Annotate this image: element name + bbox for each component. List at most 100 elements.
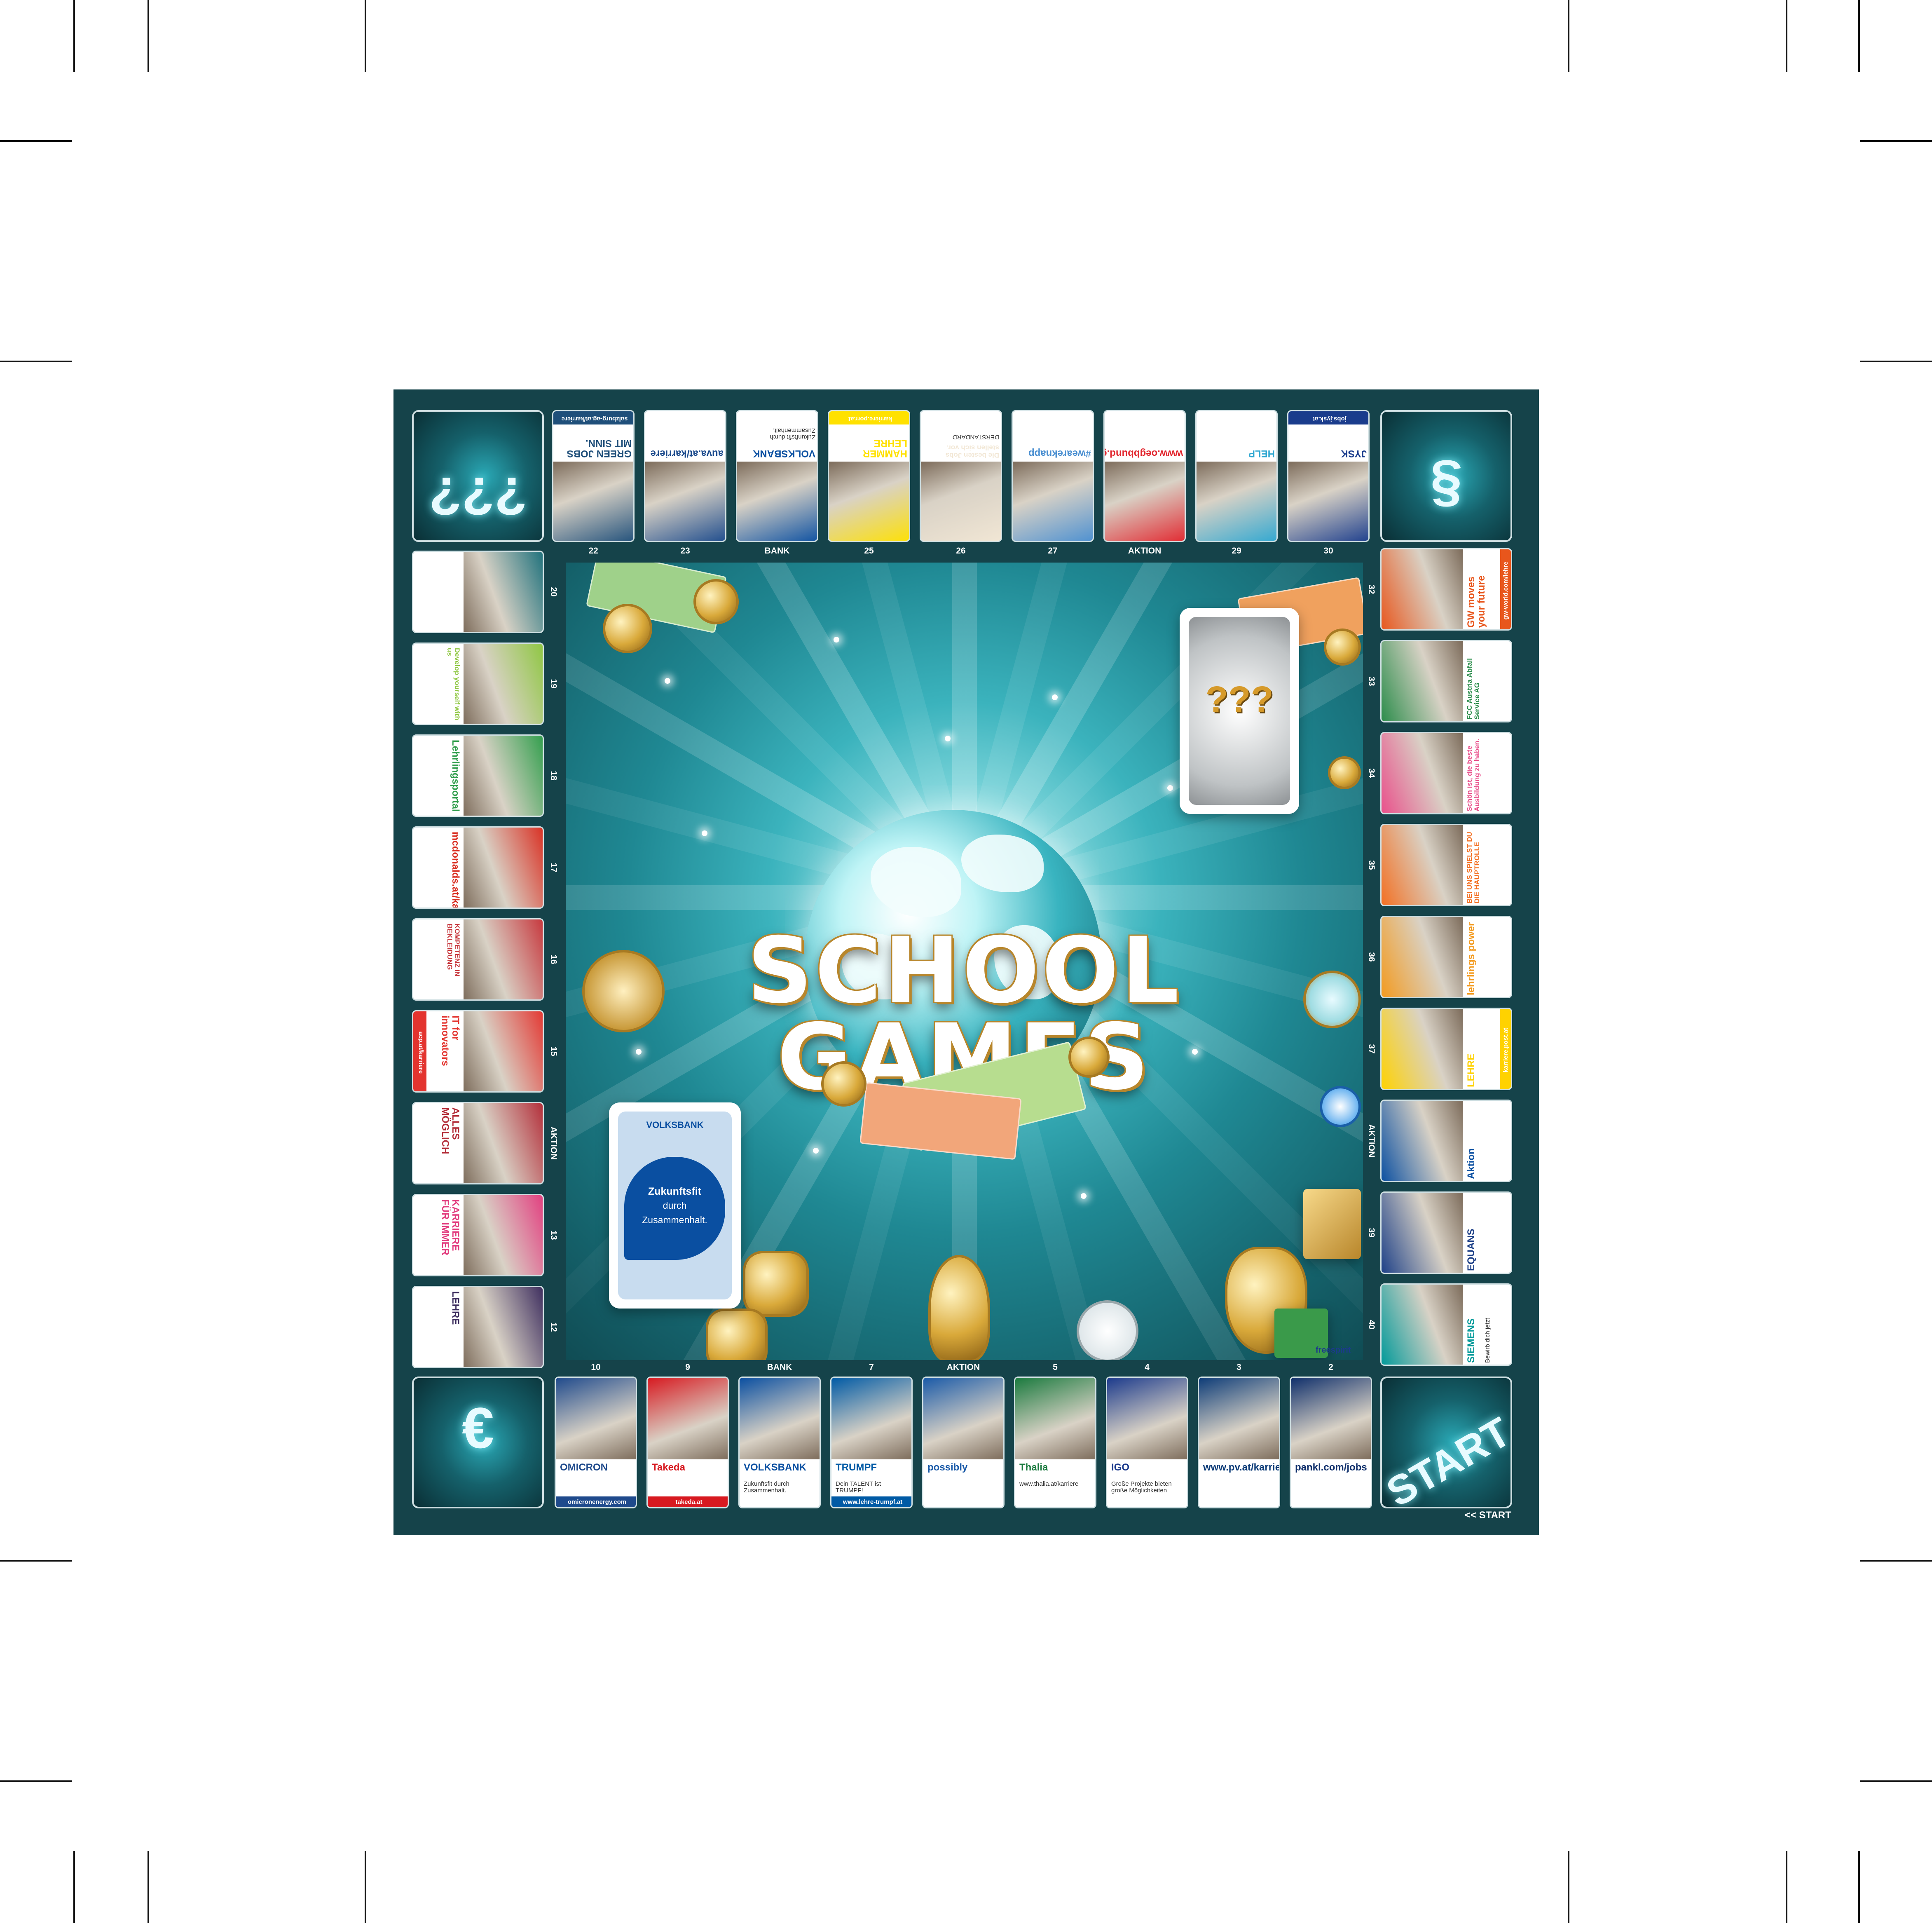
space-bottom_row-pv[interactable]: www.pv.at/karriere: [1198, 1377, 1280, 1508]
continent: [871, 847, 961, 917]
space-top_row-volksbank[interactable]: VOLKSBANK Zukunftsfit durch Zusammenhalt.: [736, 410, 818, 542]
space-bottom_row-takeda[interactable]: Takeda takeda.at: [646, 1377, 729, 1508]
space-url: karriere.porr.at: [829, 411, 909, 424]
space-bottom_row-pankl[interactable]: pankl.com/jobs: [1290, 1377, 1372, 1508]
space-right_column-gw[interactable]: GW moves your future gw-world.com/lehre: [1380, 548, 1512, 631]
space-content: LEHRE: [413, 1287, 543, 1367]
space-bottom_row-possibly[interactable]: possibly: [922, 1377, 1005, 1508]
space-title: FCC Austria Abfall Service AG: [1466, 658, 1481, 720]
space-url: acp.at/karriere: [413, 1011, 426, 1091]
coin-icon: [1068, 1037, 1110, 1078]
space-content: auva.at/karriere: [645, 411, 725, 541]
question-card-deck[interactable]: ???: [1180, 608, 1299, 814]
space-title: Die besten Jobs stellen sich vor.: [945, 444, 999, 459]
bank-card-deck[interactable]: VOLKSBANK Zukunftsfit durch Zusammenhalt…: [609, 1102, 741, 1309]
corner-question[interactable]: ???: [412, 410, 544, 542]
space-top_row-hilfswerk[interactable]: HELP: [1195, 410, 1278, 542]
space-title: lehrlings power: [1466, 922, 1477, 995]
space-bottom_row-omicron[interactable]: OMICRON omicronenergy.com: [555, 1377, 637, 1508]
space-left_column-obb-lehre[interactable]: LEHRE: [412, 1286, 544, 1368]
space-title: mcdonalds.at/karriere: [450, 832, 461, 909]
rocket-icon: [928, 1255, 990, 1360]
paragraph-icon: §: [1430, 454, 1462, 519]
gold-bar-icon: [1303, 1189, 1361, 1259]
space-right_column-aktion[interactable]: Aktion: [1380, 1100, 1512, 1182]
space-number: 36: [1367, 952, 1376, 962]
microscope-icon: [582, 950, 665, 1032]
space-number: AKTION: [1128, 546, 1162, 556]
space-photo: [1013, 462, 1093, 541]
space-number: 13: [549, 1230, 558, 1240]
space-right_column-rolle[interactable]: BEI UNS SPIELST DU DIE HAUPTROLLE: [1380, 824, 1512, 906]
crop-mark: [1568, 1851, 1569, 1923]
space-left_column-acp[interactable]: IT for innovators acp.at/karriere: [412, 1010, 544, 1093]
space-content: VOLKSBANK Zukunftsfit durch Zusammenhalt.: [740, 1378, 820, 1507]
space-photo: [921, 462, 1001, 541]
volksbank-logo: VOLKSBANK: [646, 1120, 704, 1130]
space-top_row-knapp[interactable]: #weareknapp: [1012, 410, 1094, 542]
corner-paragraph[interactable]: §: [1380, 410, 1512, 542]
space-right_column-fcc[interactable]: FCC Austria Abfall Service AG: [1380, 640, 1512, 722]
question-marks-icon: ???: [1205, 679, 1274, 720]
sparkle: [1052, 694, 1058, 700]
space-content: IT for innovators acp.at/karriere: [413, 1011, 543, 1091]
space-subtitle: Dein TALENT ist TRUMPF!: [836, 1480, 881, 1494]
space-left_column-hmb[interactable]: KOMPETENZ IN BEKLEIDUNG: [412, 918, 544, 1001]
space-top_row-gewerkschaft[interactable]: www.oegbbund.gv.at: [1103, 410, 1186, 542]
space-number: AKTION: [549, 1126, 558, 1160]
space-photo: [1382, 825, 1463, 905]
corner-start[interactable]: START: [1380, 1377, 1512, 1508]
space-number: 34: [1367, 768, 1376, 778]
crop-mark: [1858, 1851, 1860, 1923]
space-content: GREEN JOBS MIT SINN. salzburg-ag.at/karri…: [553, 411, 633, 541]
space-right_column-bipa[interactable]: Schön ist, die beste Ausbildung zu haben…: [1380, 732, 1512, 814]
space-number: 10: [591, 1363, 601, 1372]
space-photo: [737, 462, 817, 541]
space-top_row-jysk[interactable]: JYSK jobs.jysk.at: [1287, 410, 1370, 542]
space-right_column-lehrlingspower[interactable]: lehrlings power: [1380, 916, 1512, 998]
space-left_column-develop-yourself[interactable]: Develop yourself with us: [412, 643, 544, 725]
space-right_column-equans[interactable]: EQUANS: [1380, 1191, 1512, 1274]
space-bottom_row-volksbank[interactable]: VOLKSBANK Zukunftsfit durch Zusammenhalt.: [738, 1377, 821, 1508]
crop-mark: [0, 1560, 72, 1562]
space-number: 35: [1367, 860, 1376, 870]
space-content: Thalia www.thalia.at/karriere: [1015, 1378, 1095, 1507]
space-title: www.pv.at/karriere: [1203, 1462, 1280, 1473]
space-top_row-hammer-lehre[interactable]: HAMMER LEHRE karriere.porr.at: [828, 410, 910, 542]
space-content: ALLES MÖGLICH: [413, 1103, 543, 1183]
space-url: takeda.at: [648, 1496, 728, 1507]
start-arrow-label: << START: [1465, 1510, 1511, 1521]
space-number: BANK: [764, 546, 790, 556]
space-title: Takeda: [652, 1462, 685, 1473]
space-left_column-business[interactable]: [412, 551, 544, 633]
crop-mark: [1860, 1780, 1932, 1782]
space-photo: [464, 1011, 543, 1091]
space-right_column-siemens[interactable]: SIEMENS Bewirb dich jetzt: [1380, 1283, 1512, 1366]
alarm-clock-icon: [1320, 1086, 1361, 1127]
space-title: LEHRE: [450, 1291, 461, 1325]
space-title: ALLES MÖGLICH: [439, 1107, 461, 1154]
space-content: OMICRON omicronenergy.com: [556, 1378, 636, 1507]
space-left_column-alles-m-glich[interactable]: ALLES MÖGLICH: [412, 1102, 544, 1184]
crop-mark: [148, 0, 149, 72]
space-bottom_row-thalia[interactable]: Thalia www.thalia.at/karriere: [1014, 1377, 1096, 1508]
space-content: IGO Große Projekte bieten große Möglichke…: [1107, 1378, 1187, 1507]
space-right_column-post-lehre[interactable]: LEHRE karriere.post.at: [1380, 1008, 1512, 1090]
crop-mark: [0, 140, 72, 142]
space-bottom_row-trumpf[interactable]: TRUMPF Dein TALENT ist TRUMPF! www.lehre-t…: [830, 1377, 913, 1508]
space-top_row-salzburg-ag[interactable]: GREEN JOBS MIT SINN. salzburg-ag.at/karri…: [552, 410, 635, 542]
space-left_column-karriere[interactable]: KARRIERE FÜR IMMER: [412, 1194, 544, 1276]
corner-euro[interactable]: €: [412, 1377, 544, 1508]
space-photo: [464, 736, 543, 816]
space-top_row-auva[interactable]: auva.at/karriere: [644, 410, 726, 542]
space-content: SIEMENS Bewirb dich jetzt: [1382, 1285, 1511, 1365]
game-title-line1: SCHOOL: [747, 918, 1182, 1023]
space-title: Lehrlingsportal: [450, 740, 461, 812]
space-left_column-mcdonald-s[interactable]: mcdonalds.at/karriere: [412, 826, 544, 909]
space-left_column-lehrlingsportal[interactable]: Lehrlingsportal: [412, 734, 544, 817]
space-number: 29: [1232, 546, 1241, 556]
space-top_row-der-standard[interactable]: Die besten Jobs stellen sich vor. DERSTAN…: [920, 410, 1002, 542]
space-number: 9: [685, 1363, 690, 1372]
space-bottom_row-igo-industries[interactable]: IGO Große Projekte bieten große Möglichke…: [1106, 1377, 1188, 1508]
space-url: omicronenergy.com: [556, 1496, 636, 1507]
